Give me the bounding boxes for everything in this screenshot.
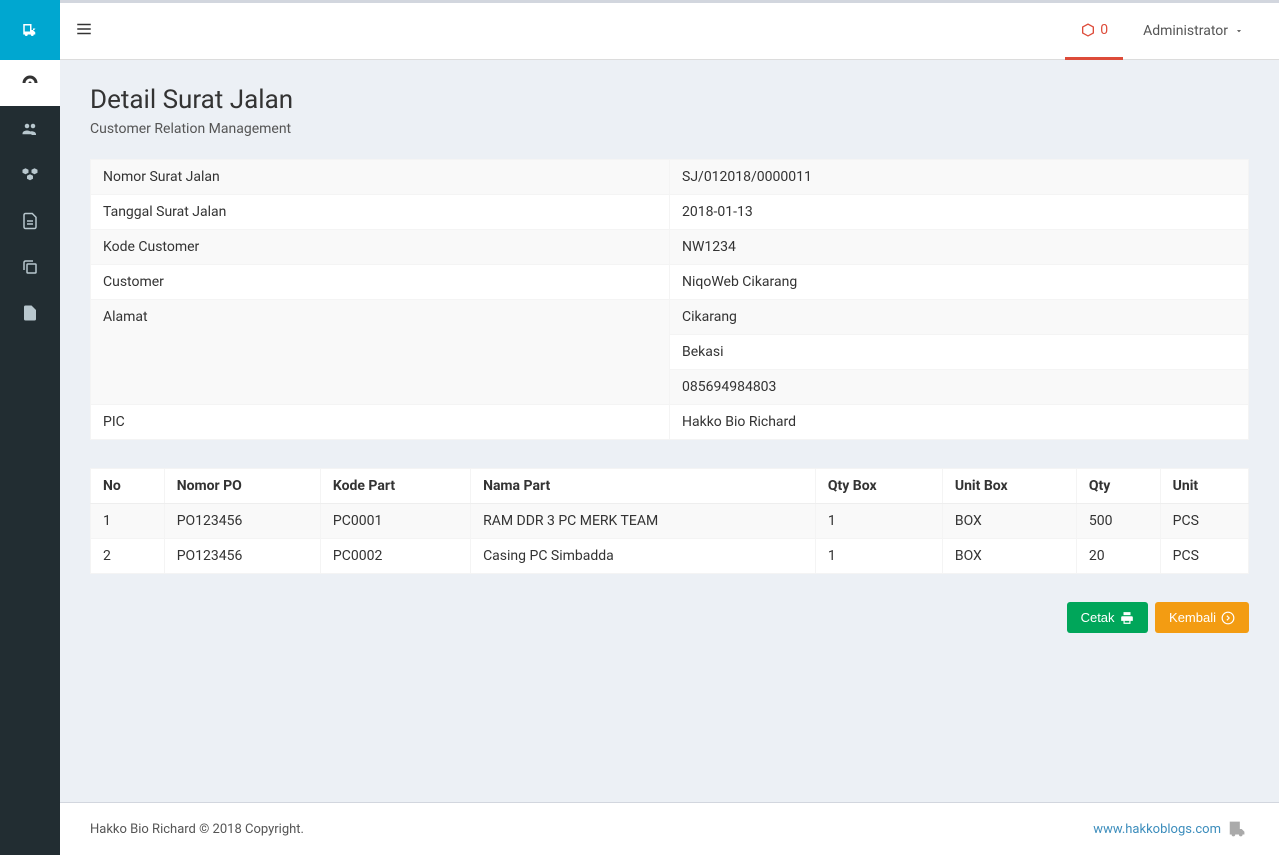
user-menu[interactable]: Administrator xyxy=(1123,23,1264,39)
arrow-right-circle-icon xyxy=(1221,611,1235,625)
footer-left: Hakko Bio Richard © 2018 Copyright. xyxy=(90,822,304,837)
notification-button[interactable]: 0 xyxy=(1065,3,1123,60)
kembali-label: Kembali xyxy=(1169,610,1216,625)
dashboard-icon xyxy=(21,74,39,92)
users-icon xyxy=(21,120,39,138)
cell-kode_part: PC0001 xyxy=(320,504,470,539)
cetak-button[interactable]: Cetak xyxy=(1067,602,1148,633)
col-qty: Qty xyxy=(1076,469,1160,504)
detail-label: Customer xyxy=(91,265,670,300)
truck-icon xyxy=(21,21,39,39)
navbar: 0 Administrator xyxy=(60,0,1279,60)
sidebar-item-cubes[interactable] xyxy=(0,152,60,198)
print-icon xyxy=(1120,611,1134,625)
kembali-button[interactable]: Kembali xyxy=(1155,602,1249,633)
detail-value: Hakko Bio Richard xyxy=(670,405,1249,440)
col-qty-box: Qty Box xyxy=(815,469,942,504)
detail-value: SJ/012018/0000011 xyxy=(670,160,1249,195)
detail-value: 2018-01-13 xyxy=(670,195,1249,230)
cell-kode_part: PC0002 xyxy=(320,539,470,574)
cell-qty_box: 1 xyxy=(815,539,942,574)
footer: Hakko Bio Richard © 2018 Copyright. www.… xyxy=(60,802,1279,855)
cell-nama_part: Casing PC Simbadda xyxy=(471,539,816,574)
detail-value: 085694984803 xyxy=(670,370,1249,405)
detail-label: Nomor Surat Jalan xyxy=(91,160,670,195)
table-row: 1PO123456PC0001RAM DDR 3 PC MERK TEAM1BO… xyxy=(91,504,1249,539)
cell-unit: PCS xyxy=(1160,504,1248,539)
cell-qty: 20 xyxy=(1076,539,1160,574)
detail-value: NW1234 xyxy=(670,230,1249,265)
col-unit-box: Unit Box xyxy=(942,469,1076,504)
col-nama-part: Nama Part xyxy=(471,469,816,504)
sidebar-item-copy[interactable] xyxy=(0,244,60,290)
detail-label: PIC xyxy=(91,405,670,440)
user-label: Administrator xyxy=(1143,23,1228,39)
file-text-icon xyxy=(21,212,39,230)
detail-label: Kode Customer xyxy=(91,230,670,265)
bars-icon xyxy=(75,20,93,38)
sidebar-item-doc[interactable] xyxy=(0,198,60,244)
page-title: Detail Surat Jalan xyxy=(90,85,1249,115)
cell-qty: 500 xyxy=(1076,504,1160,539)
cell-unit_box: BOX xyxy=(942,539,1076,574)
detail-value: NiqoWeb Cikarang xyxy=(670,265,1249,300)
cubes-icon xyxy=(21,166,39,184)
detail-label: Tanggal Surat Jalan xyxy=(91,195,670,230)
col-kode-part: Kode Part xyxy=(320,469,470,504)
sidebar-toggle[interactable] xyxy=(75,20,93,42)
cell-no: 1 xyxy=(91,504,165,539)
cell-no: 2 xyxy=(91,539,165,574)
file-icon xyxy=(21,304,39,322)
sidebar-item-users[interactable] xyxy=(0,106,60,152)
footer-link[interactable]: www.hakkoblogs.com xyxy=(1093,822,1221,837)
sidebar-item-dashboard[interactable] xyxy=(0,60,60,106)
caret-down-icon xyxy=(1234,26,1244,36)
items-table: No Nomor PO Kode Part Nama Part Qty Box … xyxy=(90,468,1249,574)
copy-icon xyxy=(21,258,39,276)
truck-icon xyxy=(1227,818,1249,840)
cube-icon xyxy=(1080,22,1096,38)
detail-value: Cikarang xyxy=(670,300,1249,335)
detail-label: Alamat xyxy=(91,300,670,405)
cell-nomor_po: PO123456 xyxy=(164,539,320,574)
sidebar-item-file[interactable] xyxy=(0,290,60,336)
col-no: No xyxy=(91,469,165,504)
cell-unit_box: BOX xyxy=(942,504,1076,539)
detail-table: Nomor Surat JalanSJ/012018/0000011 Tangg… xyxy=(90,159,1249,440)
cetak-label: Cetak xyxy=(1081,610,1115,625)
cell-nomor_po: PO123456 xyxy=(164,504,320,539)
col-nomor-po: Nomor PO xyxy=(164,469,320,504)
cell-unit: PCS xyxy=(1160,539,1248,574)
sidebar xyxy=(0,0,60,855)
page-subtitle: Customer Relation Management xyxy=(90,121,1249,137)
col-unit: Unit xyxy=(1160,469,1248,504)
cell-nama_part: RAM DDR 3 PC MERK TEAM xyxy=(471,504,816,539)
cell-qty_box: 1 xyxy=(815,504,942,539)
detail-value: Bekasi xyxy=(670,335,1249,370)
table-row: 2PO123456PC0002Casing PC Simbadda1BOX20P… xyxy=(91,539,1249,574)
brand-logo[interactable] xyxy=(0,0,60,60)
notification-count: 0 xyxy=(1100,22,1108,38)
